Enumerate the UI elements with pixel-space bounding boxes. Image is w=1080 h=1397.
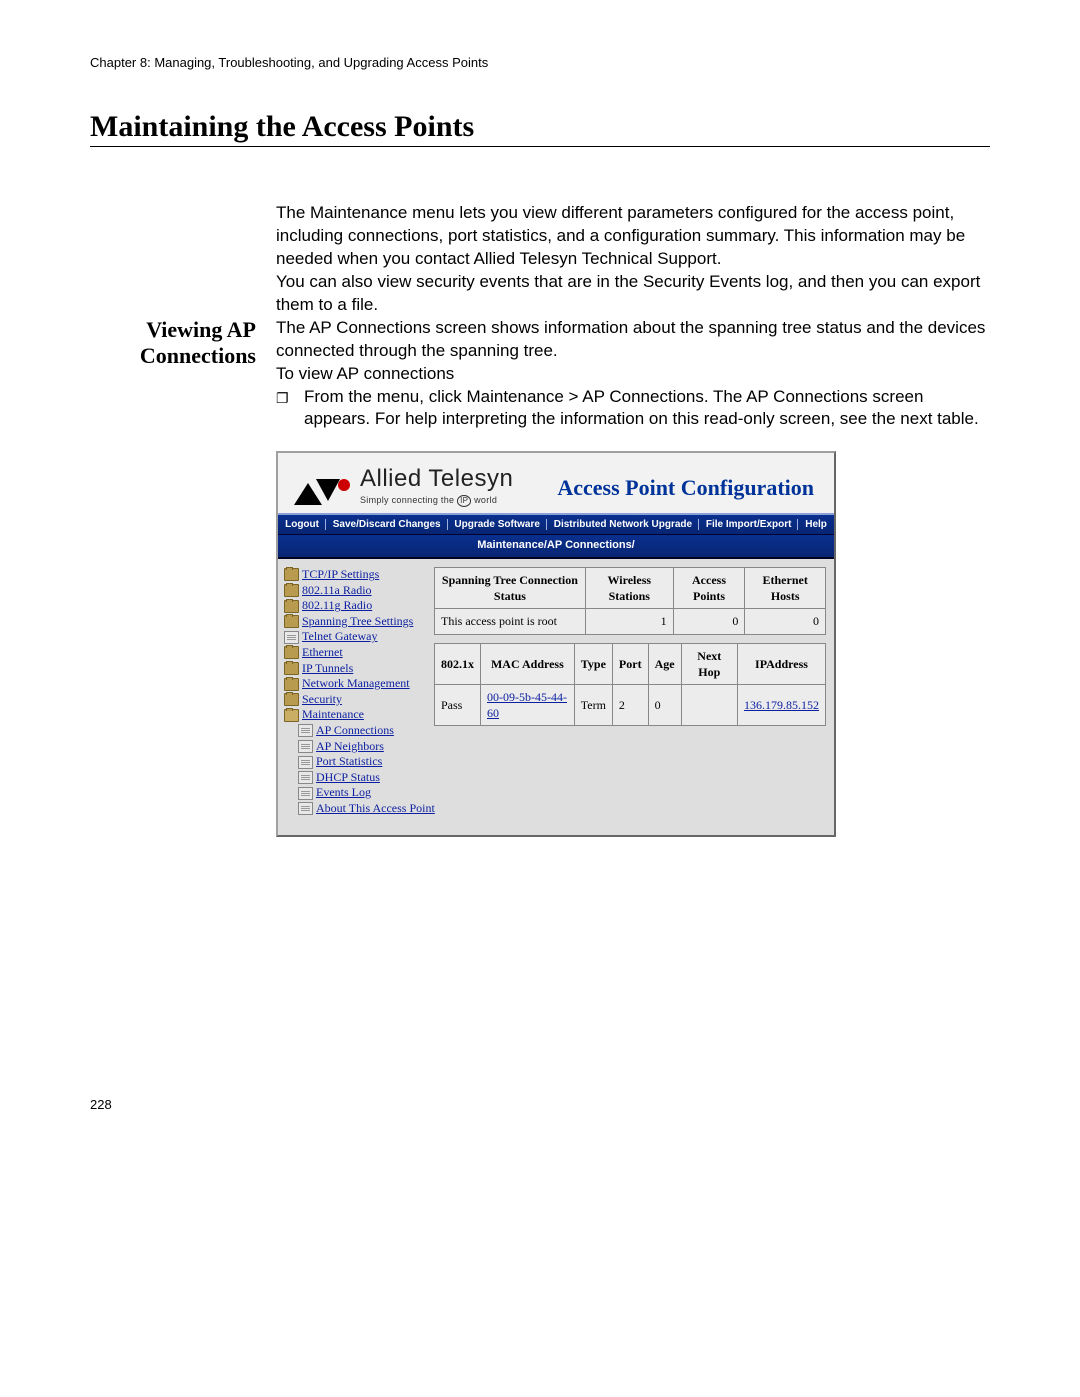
nav-spanning-tree[interactable]: Spanning Tree Settings bbox=[302, 614, 413, 630]
menu-distributed-upgrade[interactable]: Distributed Network Upgrade bbox=[554, 519, 703, 530]
section-heading: Viewing AP Connections bbox=[90, 317, 276, 370]
folder-icon bbox=[284, 646, 299, 659]
chapter-header: Chapter 8: Managing, Troubleshooting, an… bbox=[90, 55, 990, 70]
nav-ethernet[interactable]: Ethernet bbox=[302, 645, 343, 661]
page-icon bbox=[298, 740, 313, 753]
menu-save-discard[interactable]: Save/Discard Changes bbox=[333, 519, 452, 530]
section-paragraph-2: To view AP connections bbox=[276, 363, 990, 386]
th-port: Port bbox=[612, 643, 648, 684]
folder-icon bbox=[284, 662, 299, 675]
ap-connections-screenshot: Allied Telesyn Simply connecting the IP … bbox=[276, 451, 836, 836]
folder-icon bbox=[284, 600, 299, 613]
th-age: Age bbox=[648, 643, 681, 684]
summary-table: Spanning Tree Connection Status Wireless… bbox=[434, 567, 826, 635]
table-row: This access point is root 1 0 0 bbox=[435, 609, 826, 634]
section-paragraph-1: The AP Connections screen shows informat… bbox=[276, 317, 990, 363]
page-icon bbox=[298, 787, 313, 800]
folder-open-icon bbox=[284, 709, 299, 722]
nav-ap-connections[interactable]: AP Connections bbox=[316, 723, 394, 739]
nav-dhcp-status[interactable]: DHCP Status bbox=[316, 770, 380, 786]
th-ethernet-hosts: Ethernet Hosts bbox=[745, 568, 826, 609]
menu-upgrade-software[interactable]: Upgrade Software bbox=[454, 519, 551, 530]
connections-table: 802.1x MAC Address Type Port Age Next Ho… bbox=[434, 643, 826, 727]
th-type: Type bbox=[574, 643, 612, 684]
page-icon bbox=[298, 756, 313, 769]
th-8021x: 802.1x bbox=[435, 643, 481, 684]
page-icon bbox=[298, 802, 313, 815]
page-icon bbox=[298, 724, 313, 737]
nav-maintenance[interactable]: Maintenance bbox=[302, 707, 364, 723]
app-title: Access Point Configuration bbox=[557, 473, 818, 507]
intro-paragraph-2: You can also view security events that a… bbox=[276, 271, 990, 317]
page-icon bbox=[298, 771, 313, 784]
folder-icon bbox=[284, 615, 299, 628]
nav-network-mgmt[interactable]: Network Management bbox=[302, 676, 410, 692]
nav-80211a[interactable]: 802.11a Radio bbox=[302, 583, 372, 599]
breadcrumb: Maintenance/AP Connections/ bbox=[278, 535, 834, 559]
nav-telnet[interactable]: Telnet Gateway bbox=[302, 629, 377, 645]
th-spanning-tree-status: Spanning Tree Connection Status bbox=[435, 568, 586, 609]
page-number: 228 bbox=[90, 1097, 990, 1112]
th-ip: IPAddress bbox=[737, 643, 825, 684]
nav-tcpip[interactable]: TCP/IP Settings bbox=[302, 567, 379, 583]
folder-icon bbox=[284, 568, 299, 581]
th-wireless-stations: Wireless Stations bbox=[585, 568, 673, 609]
table-row: Pass 00-09-5b-45-44-60 Term 2 0 136.179.… bbox=[435, 685, 826, 726]
menu-help[interactable]: Help bbox=[805, 519, 827, 530]
menu-file-import-export[interactable]: File Import/Export bbox=[706, 519, 803, 530]
folder-icon bbox=[284, 678, 299, 691]
nav-tree: TCP/IP Settings 802.11a Radio 802.11g Ra… bbox=[284, 567, 434, 817]
page-icon bbox=[284, 631, 299, 644]
menu-bar: Logout Save/Discard Changes Upgrade Soft… bbox=[278, 513, 834, 536]
bullet-text: From the menu, click Maintenance > AP Co… bbox=[304, 386, 990, 432]
ip-link[interactable]: 136.179.85.152 bbox=[744, 698, 819, 712]
bullet-icon: ❐ bbox=[276, 386, 304, 408]
allied-telesyn-logo: Allied Telesyn Simply connecting the IP … bbox=[294, 463, 513, 506]
intro-paragraph-1: The Maintenance menu lets you view diffe… bbox=[276, 202, 990, 271]
nav-port-statistics[interactable]: Port Statistics bbox=[316, 754, 382, 770]
nav-ap-neighbors[interactable]: AP Neighbors bbox=[316, 739, 384, 755]
th-access-points: Access Points bbox=[673, 568, 745, 609]
th-mac: MAC Address bbox=[481, 643, 575, 684]
mac-link[interactable]: 00-09-5b-45-44-60 bbox=[487, 690, 567, 720]
nav-80211g[interactable]: 802.11g Radio bbox=[302, 598, 372, 614]
folder-icon bbox=[284, 584, 299, 597]
page-title: Maintaining the Access Points bbox=[90, 110, 990, 147]
nav-ip-tunnels[interactable]: IP Tunnels bbox=[302, 661, 353, 677]
nav-about[interactable]: About This Access Point bbox=[316, 801, 435, 817]
th-next-hop: Next Hop bbox=[681, 643, 737, 684]
folder-icon bbox=[284, 693, 299, 706]
nav-security[interactable]: Security bbox=[302, 692, 342, 708]
nav-events-log[interactable]: Events Log bbox=[316, 785, 371, 801]
menu-logout[interactable]: Logout bbox=[285, 519, 330, 530]
